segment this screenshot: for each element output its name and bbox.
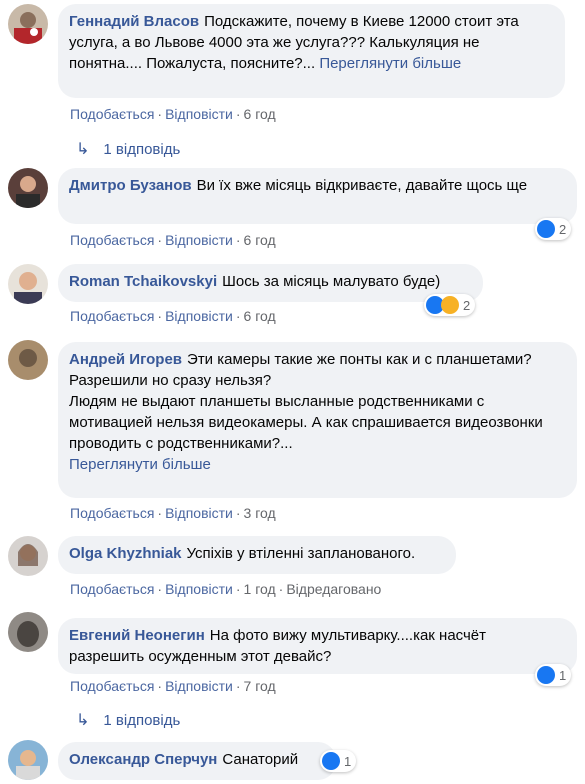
replies-count[interactable]: 1 відповідь xyxy=(103,141,180,158)
comment-time[interactable]: 1 год xyxy=(244,581,276,597)
reply-button[interactable]: Відповісти xyxy=(165,308,233,324)
comment-author[interactable]: Roman Tchaikovskyi xyxy=(69,273,217,290)
reaction-count: 2 xyxy=(463,297,471,313)
like-icon xyxy=(537,220,555,238)
comment-text-line: Разрешили но сразу нельзя? xyxy=(69,372,272,389)
comment-author[interactable]: Дмитро Бузанов xyxy=(69,177,192,194)
comment-author[interactable]: Олександр Сперчун xyxy=(69,751,217,768)
comment-time[interactable]: 6 год xyxy=(244,106,276,122)
see-more-link[interactable]: Переглянути більше xyxy=(319,55,461,72)
avatar-image xyxy=(8,536,48,576)
comment-time[interactable]: 7 год xyxy=(244,678,276,694)
avatar[interactable] xyxy=(8,612,48,652)
comment-bubble: Olga Khyzhniak Успіхів у втіленні заплано… xyxy=(58,536,456,574)
reply-button[interactable]: Відповісти xyxy=(165,505,233,521)
reply-button[interactable]: Відповісти xyxy=(165,106,233,122)
reply-button[interactable]: Відповісти xyxy=(165,678,233,694)
avatar-image xyxy=(8,340,48,380)
comment-actions: Подобається · Відповісти · 6 год xyxy=(70,106,276,122)
comment-author[interactable]: Андрей Игорев xyxy=(69,351,182,368)
reactions-summary[interactable]: 2 xyxy=(424,294,476,316)
avatar-image xyxy=(8,168,48,208)
avatar[interactable] xyxy=(8,264,48,304)
comment-bubble: Roman Tchaikovskyi Шось за місяць малуват… xyxy=(58,264,483,302)
avatar-image xyxy=(8,612,48,652)
reply-arrow-icon: ↳ xyxy=(76,712,90,729)
avatar-image xyxy=(8,264,48,304)
like-button[interactable]: Подобається xyxy=(70,232,154,248)
like-button[interactable]: Подобається xyxy=(70,308,154,324)
comment-actions: Подобається · Відповісти · 6 год xyxy=(70,232,276,248)
comment-text: Шось за місяць малувато буде) xyxy=(222,273,441,290)
edited-label[interactable]: Відредаговано xyxy=(286,581,381,597)
comment-actions: Подобається · Відповісти · 1 год · Відредагова… xyxy=(70,581,382,597)
avatar[interactable] xyxy=(8,340,48,380)
comment-text-line: Эти камеры такие же понты как и с планше… xyxy=(187,351,532,368)
reaction-count: 1 xyxy=(344,753,352,769)
avatar-image xyxy=(8,740,48,780)
view-replies-link[interactable]: ↳ 1 відповідь xyxy=(76,139,180,159)
comment-actions: Подобається · Відповісти · 7 год xyxy=(70,678,276,694)
avatar[interactable] xyxy=(8,740,48,780)
comment-time[interactable]: 6 год xyxy=(244,308,276,324)
comment-bubble: Геннадий Власов Подскажите, почему в Киев… xyxy=(58,4,565,98)
comment-time[interactable]: 3 год xyxy=(244,505,276,521)
like-button[interactable]: Подобається xyxy=(70,505,154,521)
comment-bubble: Андрей Игорев Эти камеры такие же понты к… xyxy=(58,342,577,498)
see-more-link[interactable]: Переглянути більше xyxy=(69,456,211,473)
comment-author[interactable]: Геннадий Власов xyxy=(69,13,199,30)
reactions-summary[interactable]: 1 xyxy=(535,664,572,686)
like-button[interactable]: Подобається xyxy=(70,678,154,694)
reply-button[interactable]: Відповісти xyxy=(165,232,233,248)
reply-arrow-icon: ↳ xyxy=(76,141,90,158)
comment-bubble: Евгений Неонегин На фото вижу мультиварку… xyxy=(58,618,577,674)
avatar[interactable] xyxy=(8,536,48,576)
haha-icon xyxy=(441,296,459,314)
like-button[interactable]: Подобається xyxy=(70,106,154,122)
reactions-summary[interactable]: 2 xyxy=(535,218,572,240)
comment-bubble: Олександр Сперчун Санаторий xyxy=(58,742,336,780)
comment-text-line: Людям не выдают планшеты высланные родст… xyxy=(69,393,543,452)
comment-bubble: Дмитро Бузанов Ви їх вже місяць відкриває… xyxy=(58,168,577,224)
comment-author[interactable]: Olga Khyzhniak xyxy=(69,545,182,562)
like-icon xyxy=(322,752,340,770)
like-button[interactable]: Подобається xyxy=(70,581,154,597)
comment-time[interactable]: 6 год xyxy=(244,232,276,248)
reaction-count: 2 xyxy=(559,221,567,237)
avatar[interactable] xyxy=(8,168,48,208)
comment-actions: Подобається · Відповісти · 3 год xyxy=(70,505,276,521)
like-icon xyxy=(537,666,555,684)
reaction-count: 1 xyxy=(559,667,567,683)
comment-text: Ви їх вже місяць відкриваєте, давайте що… xyxy=(196,177,528,194)
comment-author[interactable]: Евгений Неонегин xyxy=(69,627,205,644)
avatar-image xyxy=(8,4,48,44)
replies-count[interactable]: 1 відповідь xyxy=(103,712,180,729)
avatar[interactable] xyxy=(8,4,48,44)
comment-text: Санаторий xyxy=(222,751,299,768)
comment-actions: Подобається · Відповісти · 6 год xyxy=(70,308,276,324)
reply-button[interactable]: Відповісти xyxy=(165,581,233,597)
reactions-summary[interactable]: 1 xyxy=(320,750,357,772)
comments-list: Геннадий Власов Подскажите, почему в Киев… xyxy=(0,0,585,784)
view-replies-link[interactable]: ↳ 1 відповідь xyxy=(76,710,180,730)
comment-text: Успіхів у втіленні запланованого. xyxy=(186,545,416,562)
